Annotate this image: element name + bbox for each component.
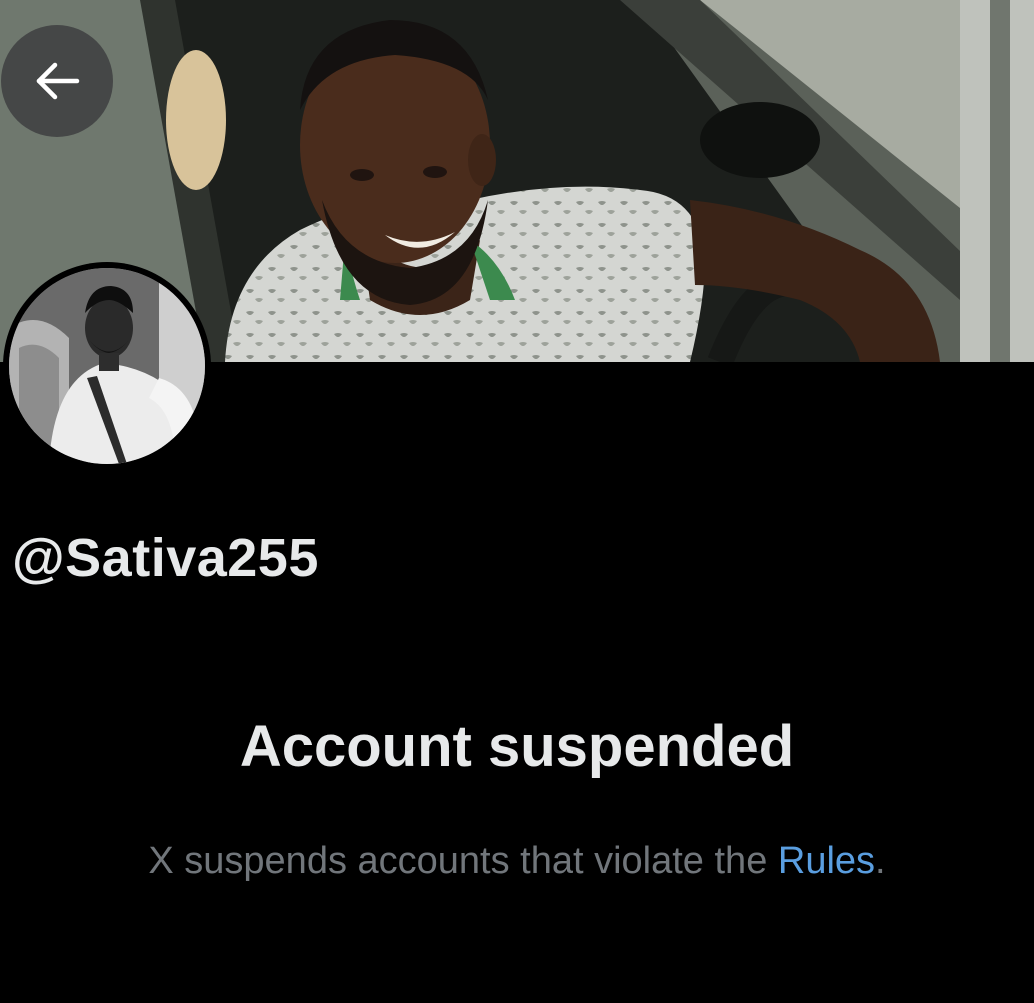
rules-link[interactable]: Rules: [778, 840, 875, 882]
suspended-title: Account suspended: [239, 714, 795, 779]
profile-handle: @Sativa255: [12, 528, 319, 588]
avatar[interactable]: [3, 262, 211, 470]
avatar-image: [9, 268, 205, 464]
back-button[interactable]: [1, 25, 113, 137]
suspended-message: X suspends accounts that violate the Rul…: [0, 838, 1034, 884]
arrow-left-icon: [36, 62, 80, 100]
profile-page: @Sativa255 Account suspended X suspends …: [0, 0, 1034, 1003]
suspended-message-suffix: .: [875, 840, 886, 882]
suspended-message-text: X suspends accounts that violate the: [148, 840, 778, 882]
